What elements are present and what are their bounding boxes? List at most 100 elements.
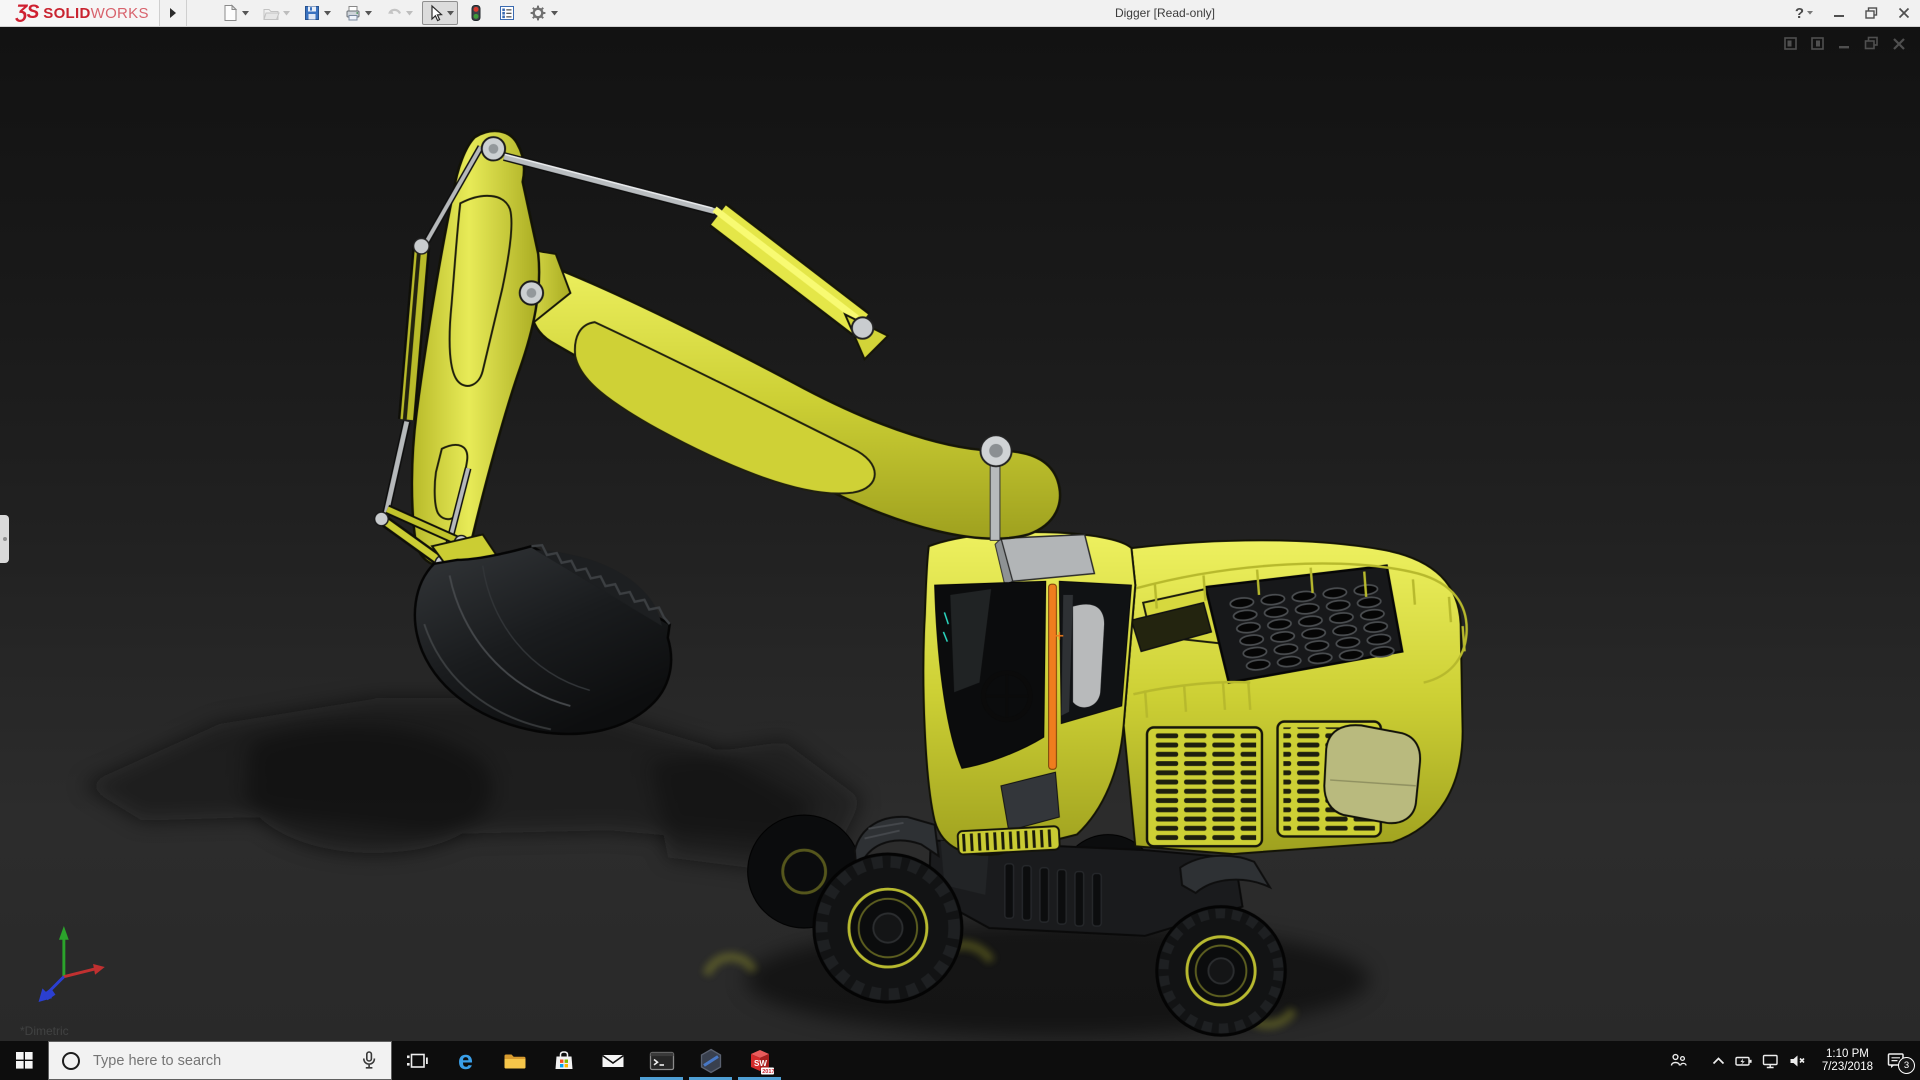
file-properties-icon — [498, 4, 516, 22]
task-view-button[interactable] — [392, 1041, 441, 1080]
flyout-arrow-icon — [169, 7, 177, 19]
notification-badge: 3 — [1898, 1057, 1915, 1074]
cab — [923, 532, 1135, 855]
command-prompt-button[interactable] — [637, 1041, 686, 1080]
dropdown-arrow-icon[interactable] — [242, 11, 249, 16]
orientation-triad — [39, 926, 105, 1002]
close-button[interactable] — [1898, 7, 1910, 19]
solidworks-2017-button[interactable]: SW 2017 — [735, 1041, 784, 1080]
mail-button[interactable] — [588, 1041, 637, 1080]
help-button[interactable]: ? — [1795, 5, 1813, 22]
taskbar: e — [0, 1041, 1920, 1080]
command-prompt-icon — [649, 1049, 675, 1073]
child-minimize-icon[interactable] — [1838, 36, 1851, 51]
store-icon — [552, 1049, 576, 1073]
menu-flyout-arrow[interactable] — [160, 0, 187, 26]
network-button[interactable] — [1762, 1053, 1780, 1069]
dropdown-arrow-icon[interactable] — [551, 11, 558, 16]
print-button[interactable] — [340, 1, 376, 25]
select-tool-button[interactable] — [422, 1, 458, 25]
hexagon-app-button[interactable] — [686, 1041, 735, 1080]
volume-muted-icon — [1789, 1054, 1808, 1068]
child-restore-icon[interactable] — [1864, 36, 1879, 51]
hidden-icons-button[interactable] — [1711, 1055, 1726, 1067]
quick-access-toolbar — [217, 1, 562, 25]
open-button[interactable] — [258, 1, 294, 25]
hexagon-app-icon — [699, 1048, 723, 1074]
people-button[interactable] — [1669, 1052, 1688, 1069]
select-cursor-icon — [426, 4, 444, 22]
dropdown-arrow-icon[interactable] — [324, 11, 331, 16]
rebuild-button[interactable] — [463, 1, 489, 25]
file-explorer-icon — [503, 1049, 527, 1073]
store-button[interactable] — [539, 1041, 588, 1080]
help-icon: ? — [1795, 5, 1804, 22]
taskbar-apps: e — [392, 1041, 784, 1080]
restore-button[interactable] — [1865, 7, 1878, 19]
wheel-front-right — [1157, 907, 1286, 1036]
solidworks-logo-text-bold: SOLID — [43, 5, 90, 22]
start-button[interactable] — [0, 1041, 48, 1080]
search-input[interactable] — [91, 1052, 347, 1070]
taskbar-search-box[interactable] — [48, 1041, 392, 1080]
window-controls: ? — [1795, 0, 1910, 26]
child-doc-icon-2[interactable] — [1811, 36, 1825, 51]
svg-text:SW: SW — [754, 1059, 767, 1068]
solidworks-logo-text-light: WORKS — [91, 5, 149, 22]
dropdown-arrow-icon[interactable] — [406, 11, 413, 16]
window-title: Digger [Read-only] — [1020, 6, 1310, 20]
view-orientation-label: *Dimetric — [20, 1024, 69, 1038]
child-doc-icon-1[interactable] — [1784, 36, 1798, 51]
title-bar: ƷS SOLID WORKS — [0, 0, 1920, 27]
system-tray: 1:10 PM 7/23/2018 3 — [1669, 1041, 1920, 1080]
file-properties-button[interactable] — [494, 1, 520, 25]
minimize-button[interactable] — [1833, 7, 1845, 19]
battery-button[interactable] — [1735, 1054, 1753, 1068]
solidworks-2017-icon: SW 2017 — [746, 1047, 774, 1075]
edge-icon: e — [458, 1047, 473, 1074]
excavator-scene — [0, 27, 1920, 1041]
wheel-front-left — [814, 854, 962, 1002]
open-icon — [262, 4, 280, 22]
boom-assembly — [375, 131, 1060, 572]
action-center-button[interactable]: 3 — [1887, 1052, 1906, 1069]
mail-icon — [600, 1049, 626, 1073]
save-button[interactable] — [299, 1, 335, 25]
microphone-icon[interactable] — [357, 1050, 381, 1072]
rear-window — [1324, 725, 1420, 823]
people-icon — [1669, 1052, 1688, 1069]
restore-icon — [1865, 7, 1878, 19]
clock-time: 1:10 PM — [1822, 1048, 1873, 1061]
solidworks-logo-mark: ƷS — [16, 2, 38, 24]
document-window-controls — [1784, 36, 1906, 51]
edge-button[interactable]: e — [441, 1041, 490, 1080]
cortana-icon — [62, 1052, 80, 1070]
new-document-button[interactable] — [217, 1, 253, 25]
dropdown-arrow-icon[interactable] — [365, 11, 372, 16]
child-close-icon[interactable] — [1892, 36, 1906, 51]
ribbed-step-strip — [958, 826, 1060, 855]
dropdown-arrow-icon[interactable] — [447, 11, 454, 16]
print-icon — [344, 4, 362, 22]
dropdown-arrow-icon[interactable] — [283, 11, 290, 16]
undo-button[interactable] — [381, 1, 417, 25]
save-icon — [303, 4, 321, 22]
volume-button[interactable] — [1789, 1054, 1808, 1068]
network-icon — [1762, 1053, 1780, 1069]
svg-text:2017: 2017 — [762, 1069, 774, 1075]
options-button[interactable] — [525, 1, 562, 25]
feature-tree-collapsed-tab[interactable] — [0, 515, 9, 563]
clock-date: 7/23/2018 — [1822, 1061, 1873, 1074]
windows-logo-icon — [16, 1052, 33, 1069]
taskbar-clock[interactable]: 1:10 PM 7/23/2018 — [1822, 1048, 1873, 1074]
close-icon — [1898, 7, 1910, 19]
chevron-up-icon — [1711, 1055, 1726, 1067]
undo-icon — [385, 4, 403, 22]
minimize-icon — [1833, 7, 1845, 19]
graphics-viewport[interactable]: *Dimetric — [0, 27, 1920, 1041]
battery-charging-icon — [1735, 1054, 1753, 1068]
excavator-model[interactable] — [375, 131, 1467, 1035]
file-explorer-button[interactable] — [490, 1041, 539, 1080]
new-document-icon — [221, 4, 239, 22]
options-gear-icon — [529, 4, 548, 22]
